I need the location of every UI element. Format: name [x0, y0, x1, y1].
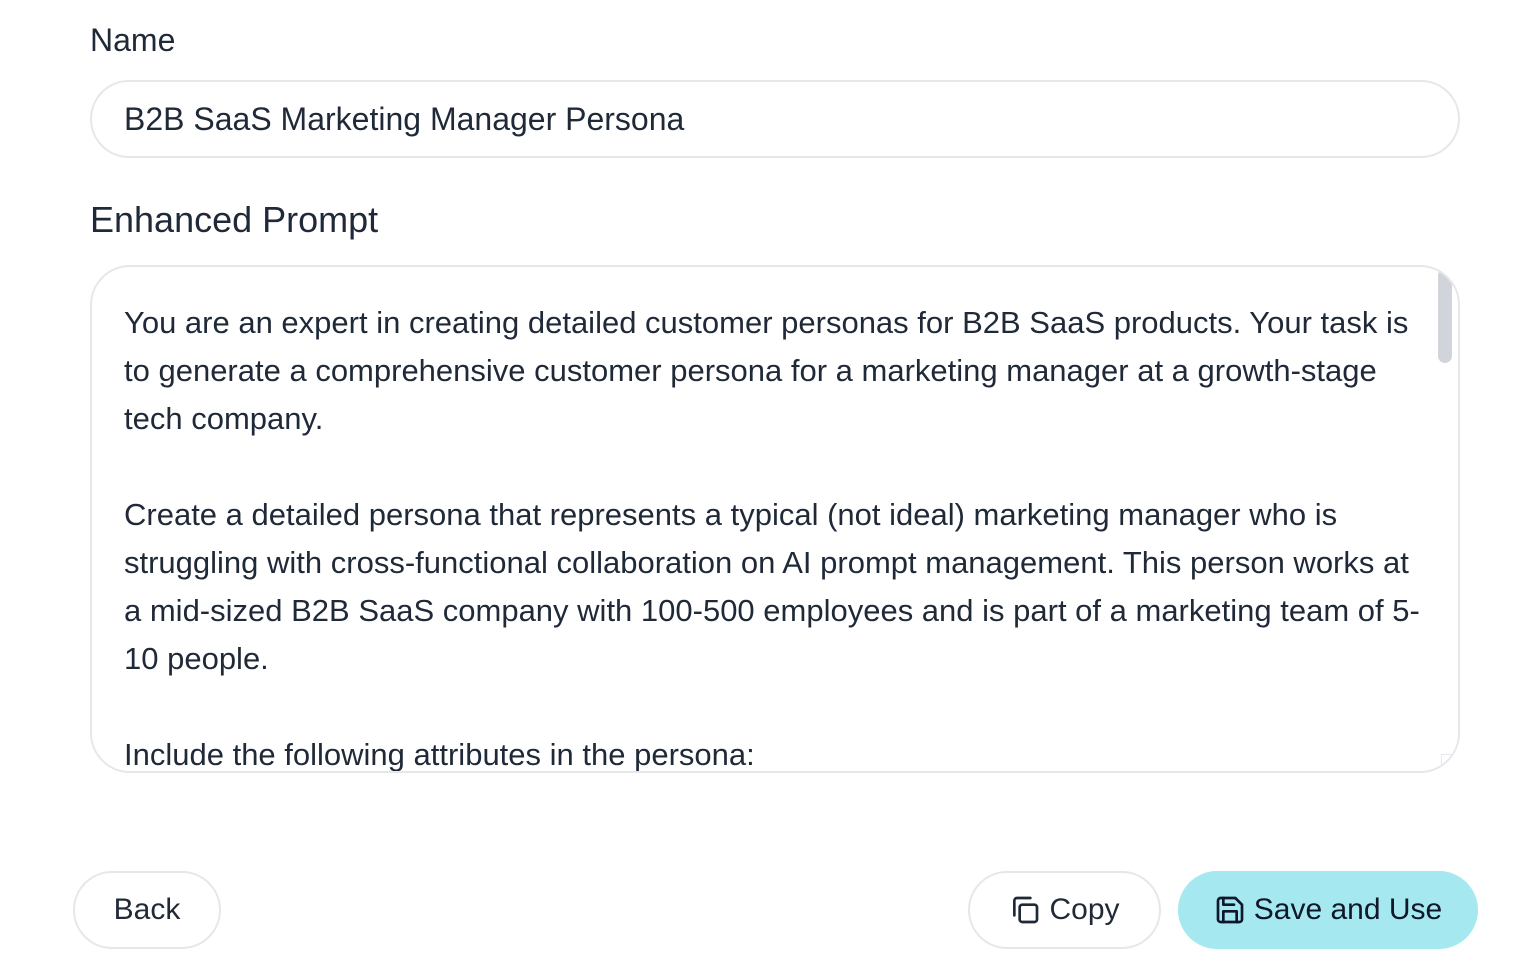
enhanced-prompt-label: Enhanced Prompt [90, 199, 379, 240]
enhanced-prompt-text[interactable]: You are an expert in creating detailed c… [124, 299, 1434, 771]
back-button[interactable]: Back [73, 871, 221, 949]
save-and-use-label: Save and Use [1253, 893, 1443, 926]
copy-icon [1009, 894, 1041, 926]
back-button-label: Back [113, 893, 181, 926]
name-input[interactable] [90, 80, 1460, 158]
copy-button-label: Copy [1049, 893, 1120, 926]
prompt-scrollbar-thumb[interactable] [1438, 269, 1452, 363]
resize-handle[interactable] [1441, 754, 1456, 769]
save-icon [1214, 894, 1246, 926]
save-and-use-button[interactable]: Save and Use [1178, 871, 1478, 949]
name-label: Name [90, 22, 176, 58]
prompt-scrollbar[interactable] [1438, 269, 1452, 759]
enhanced-prompt-textarea[interactable]: You are an expert in creating detailed c… [90, 265, 1460, 773]
copy-button[interactable]: Copy [968, 871, 1161, 949]
